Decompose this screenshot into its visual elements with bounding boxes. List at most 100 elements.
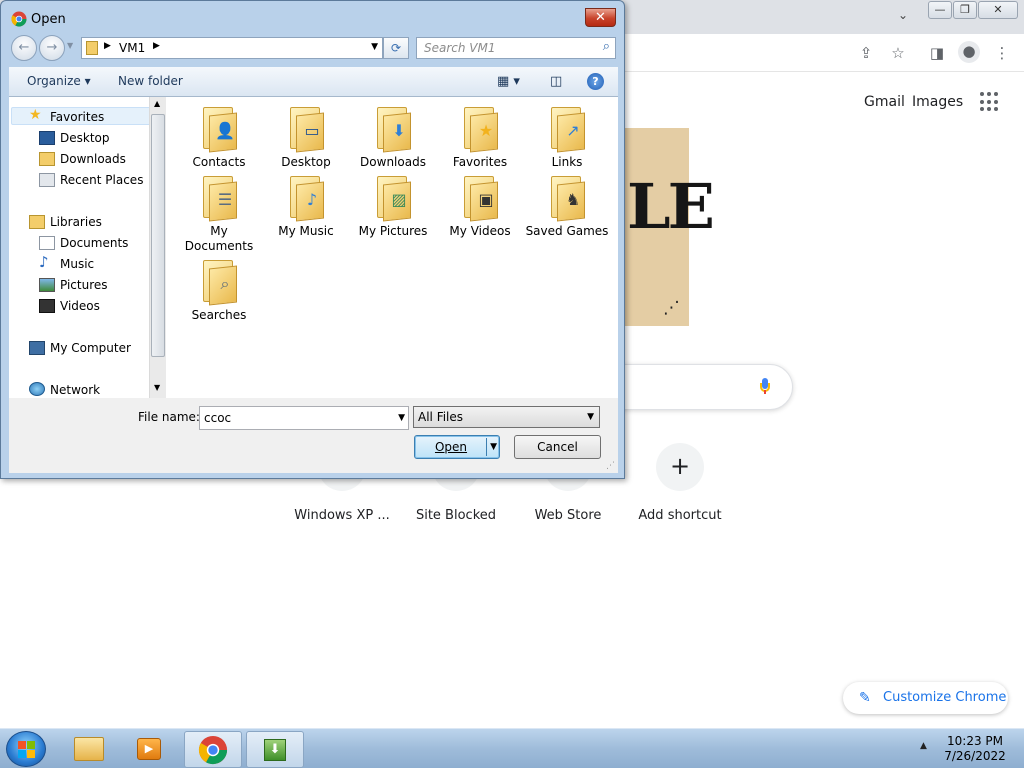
network-globe-icon bbox=[29, 382, 45, 396]
resize-grip-icon[interactable]: ⋰ bbox=[606, 461, 615, 471]
nav-libraries[interactable]: Libraries bbox=[50, 215, 102, 229]
nav-desktop[interactable]: Desktop bbox=[60, 131, 110, 145]
breadcrumb-separator-icon[interactable]: ▶ bbox=[153, 41, 160, 51]
shortcut-label[interactable]: Web Store bbox=[512, 508, 624, 523]
search-icon[interactable]: ⌕ bbox=[603, 39, 610, 54]
nav-scrollbar[interactable]: ▲ ▼ bbox=[149, 97, 166, 398]
google-doodle[interactable]: LE ⋰ bbox=[625, 128, 715, 326]
nav-downloads[interactable]: Downloads bbox=[60, 152, 126, 166]
open-label: Open bbox=[434, 440, 468, 454]
filename-value: ccoc bbox=[204, 411, 232, 425]
filename-input[interactable]: ccoc ▼ bbox=[199, 406, 409, 430]
gmail-link[interactable]: Gmail bbox=[864, 94, 905, 110]
pictures-icon bbox=[39, 278, 55, 292]
scroll-thumb[interactable] bbox=[151, 114, 165, 357]
start-button[interactable] bbox=[6, 731, 46, 767]
add-shortcut-icon[interactable]: + bbox=[656, 443, 704, 491]
recent-pages-chevron-icon[interactable]: ▼ bbox=[67, 41, 73, 50]
explorer-taskbar-button[interactable] bbox=[60, 731, 118, 768]
folder-label: Searches bbox=[191, 308, 247, 322]
documents-badge-icon: ☰ bbox=[217, 190, 233, 209]
view-options-icon[interactable]: ▦ ▾ bbox=[497, 74, 520, 89]
shortcut-label[interactable]: Add shortcut bbox=[624, 508, 736, 523]
scroll-down-icon[interactable]: ▼ bbox=[154, 383, 160, 392]
tab-search-chevron-icon[interactable]: ⌄ bbox=[898, 8, 908, 22]
folder-label: Downloads bbox=[360, 155, 426, 169]
minimize-button[interactable]: — bbox=[928, 1, 952, 19]
favorites-star-icon: ★ bbox=[29, 107, 42, 123]
chrome-taskbar-button[interactable] bbox=[184, 731, 242, 768]
breadcrumb-vm1[interactable]: VM1 bbox=[119, 41, 145, 55]
download-arrow-icon: ⬇ bbox=[264, 739, 286, 761]
organize-button[interactable]: Organize ▾ bbox=[27, 74, 91, 88]
chrome-logo-icon bbox=[11, 11, 27, 27]
shortcut-label[interactable]: Windows XP ... bbox=[286, 508, 398, 523]
share-icon[interactable]: ⇪ bbox=[856, 43, 876, 63]
dialog-title: Open bbox=[31, 12, 66, 27]
file-type-select[interactable]: All Files ▼ bbox=[413, 406, 600, 428]
forward-button[interactable]: → bbox=[39, 35, 65, 61]
images-link[interactable]: Images bbox=[912, 94, 963, 110]
chrome-taskbar-icon bbox=[198, 735, 228, 765]
nav-documents[interactable]: Documents bbox=[60, 236, 128, 250]
chrome-close-button[interactable]: ✕ bbox=[978, 1, 1018, 19]
nav-pictures[interactable]: Pictures bbox=[60, 278, 108, 292]
voice-search-icon[interactable] bbox=[760, 378, 770, 394]
help-icon[interactable]: ? bbox=[587, 73, 604, 90]
installer-taskbar-button[interactable]: ⬇ bbox=[246, 731, 304, 768]
file-type-dropdown-icon[interactable]: ▼ bbox=[587, 407, 594, 427]
media-player-taskbar-button[interactable]: ▶ bbox=[121, 731, 179, 768]
search-input[interactable]: Search VM1 ⌕ bbox=[416, 37, 616, 59]
downloads-badge-icon: ⬇ bbox=[392, 121, 406, 140]
open-dropdown-icon[interactable]: ▼ bbox=[490, 436, 497, 458]
folder-icon: ⌕ bbox=[203, 260, 237, 306]
system-clock[interactable]: 10:23 PM 7/26/2022 bbox=[935, 734, 1015, 764]
clock-date: 7/26/2022 bbox=[944, 749, 1006, 763]
profile-avatar-icon[interactable]: ● bbox=[958, 41, 980, 63]
explorer-folder-icon bbox=[74, 737, 104, 761]
doodle-share-icon[interactable]: ⋰ bbox=[663, 298, 680, 318]
cancel-button[interactable]: Cancel bbox=[514, 435, 601, 459]
back-button[interactable]: ← bbox=[11, 35, 37, 61]
bookmark-star-icon[interactable]: ☆ bbox=[888, 43, 908, 63]
desktop-icon bbox=[39, 131, 55, 145]
dialog-close-button[interactable]: ✕ bbox=[585, 8, 616, 27]
favorites-badge-icon: ★ bbox=[478, 121, 494, 140]
folder-label: My Music bbox=[278, 224, 334, 238]
folder-icon: ▭ bbox=[290, 107, 324, 153]
filename-dropdown-icon[interactable]: ▼ bbox=[398, 407, 405, 429]
chrome-menu-icon[interactable]: ⋮ bbox=[992, 43, 1012, 63]
open-button[interactable]: Open ▼ bbox=[414, 435, 500, 459]
desktop-badge-icon: ▭ bbox=[304, 121, 320, 140]
refresh-icon[interactable]: ⟳ bbox=[383, 37, 409, 59]
address-dropdown-icon[interactable]: ▼ bbox=[371, 42, 378, 52]
folder-icon: ↗ bbox=[551, 107, 585, 153]
google-apps-icon[interactable] bbox=[980, 92, 1000, 112]
music-badge-icon: ♪ bbox=[306, 190, 318, 209]
navigation-pane: ★ Favorites Desktop Downloads Recent Pla… bbox=[9, 97, 165, 398]
computer-icon bbox=[29, 341, 45, 355]
nav-my-computer[interactable]: My Computer bbox=[50, 341, 131, 355]
side-panel-icon[interactable]: ◨ bbox=[927, 43, 947, 63]
customize-chrome-button[interactable]: ✎ Customize Chrome bbox=[843, 682, 1008, 714]
pictures-badge-icon: ▨ bbox=[391, 190, 407, 209]
nav-network[interactable]: Network bbox=[50, 383, 100, 397]
nav-recent-places[interactable]: Recent Places bbox=[60, 173, 143, 187]
nav-music[interactable]: Music bbox=[60, 257, 94, 271]
nav-videos[interactable]: Videos bbox=[60, 299, 100, 313]
restore-button[interactable]: ❐ bbox=[953, 1, 977, 19]
folder-location-icon bbox=[86, 41, 98, 55]
pencil-icon: ✎ bbox=[859, 690, 871, 706]
scroll-up-icon[interactable]: ▲ bbox=[154, 99, 160, 108]
preview-pane-icon[interactable]: ◫ bbox=[550, 74, 562, 89]
address-bar[interactable]: ▶ VM1 ▶ ▼ bbox=[81, 37, 383, 59]
nav-favorites[interactable]: Favorites bbox=[50, 110, 104, 124]
open-split-divider bbox=[486, 438, 487, 456]
contacts-badge-icon: 👤 bbox=[215, 121, 235, 140]
show-hidden-icons-icon[interactable]: ▲ bbox=[920, 741, 927, 751]
open-file-dialog: Open ✕ ← → ▼ ▶ VM1 ▶ ▼ ⟳ Search VM1 ⌕ Or… bbox=[0, 0, 625, 479]
shortcut-label[interactable]: Site Blocked bbox=[400, 508, 512, 523]
new-folder-button[interactable]: New folder bbox=[118, 74, 183, 88]
folder-label: Contacts bbox=[192, 155, 246, 169]
breadcrumb-separator-icon[interactable]: ▶ bbox=[104, 41, 111, 51]
